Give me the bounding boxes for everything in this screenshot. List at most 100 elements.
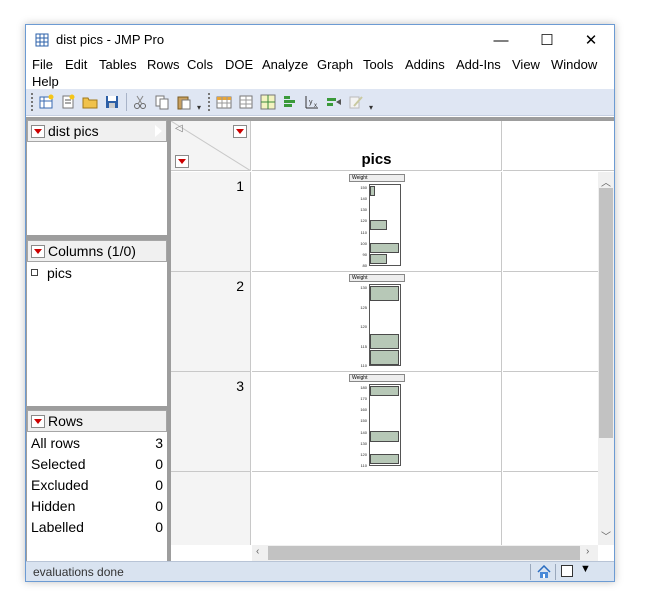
grid-corner[interactable]: ◁ (171, 121, 251, 171)
table-name-header[interactable]: dist pics (27, 120, 167, 142)
thumbnail-tick-label: 180 (360, 385, 367, 390)
columns-header[interactable]: Columns (1/0) (27, 240, 167, 262)
thumbnail-bar (370, 285, 399, 301)
columns-title: Columns (1/0) (48, 243, 136, 259)
thumbnail-bar (370, 349, 399, 365)
menu-window[interactable]: Window (551, 57, 597, 72)
thumbnail-tick-label: 120 (360, 218, 367, 224)
horizontal-scroll-thumb[interactable] (268, 546, 580, 560)
menu-view[interactable]: View (512, 57, 540, 72)
thumbnail-plot-frame (369, 284, 401, 366)
columns-red-triangle-icon[interactable] (233, 125, 247, 138)
thumbnail-bar (370, 431, 399, 442)
column-header-pics[interactable]: pics (252, 121, 502, 171)
horizontal-scrollbar[interactable]: ‹ › (252, 545, 598, 561)
menu-cols[interactable]: Cols (187, 57, 213, 72)
picture-cell[interactable]: Weight 180 170 160 150 140 130 120 110 (252, 372, 502, 472)
rows-red-triangle-icon[interactable] (175, 155, 189, 168)
edit-icon[interactable] (348, 94, 364, 110)
red-triangle-menu-icon[interactable] (31, 244, 45, 258)
toolbar-more-icon[interactable]: ▾ (197, 103, 201, 112)
open-icon[interactable] (82, 94, 98, 110)
picture-cell[interactable]: Weight 130 125 120 115 110 (252, 272, 502, 372)
thumbnail-bar (370, 254, 387, 265)
vertical-scroll-thumb[interactable] (599, 188, 613, 438)
table-name: dist pics (48, 123, 99, 139)
row-number[interactable]: 1 (171, 172, 251, 272)
thumbnail-tick-label: 120 (360, 451, 367, 457)
minimize-button[interactable]: — (478, 25, 524, 55)
rows-stat-value: 3 (155, 434, 163, 451)
thumbnail-tick-label: 80 (362, 263, 367, 268)
rows-stat-label: Labelled (31, 518, 84, 535)
scroll-down-icon[interactable]: ﹀ (601, 528, 611, 543)
window-list-icon[interactable] (561, 565, 573, 577)
distribution-icon[interactable] (282, 94, 298, 110)
collapse-panel-icon[interactable] (154, 124, 162, 138)
distribution-thumbnail: Weight 150 140 130 120 110 100 90 80 (349, 174, 407, 268)
scroll-right-icon[interactable]: › (586, 546, 589, 557)
close-button[interactable]: ✕ (568, 25, 614, 55)
rows-stat-selected: Selected 0 (27, 453, 167, 474)
thumbnail-tick-label: 140 (360, 429, 367, 435)
table-name-panel: dist pics (27, 120, 167, 235)
rows-stat-label: All rows (31, 434, 81, 451)
row-number[interactable]: 3 (171, 372, 251, 472)
window-list-dropdown-icon[interactable]: ▼ (580, 563, 591, 575)
thumbnail-tick-label: 130 (360, 440, 367, 446)
thumbnail-title: Weight (349, 374, 405, 382)
graph-builder-icon[interactable] (260, 94, 276, 110)
toolbar-separator (126, 93, 127, 111)
cut-icon[interactable] (132, 94, 148, 110)
toolbar-more-icon[interactable]: ▾ (369, 103, 373, 112)
menu-edit[interactable]: Edit (65, 57, 87, 72)
new-script-icon[interactable] (60, 94, 76, 110)
menu-rows[interactable]: Rows (147, 57, 180, 72)
columns-panel: Columns (1/0) pics (27, 240, 167, 406)
window-title: dist pics - JMP Pro (56, 32, 165, 47)
menu-addins[interactable]: Addins (405, 57, 445, 72)
red-triangle-menu-icon[interactable] (31, 414, 45, 428)
data-table-icon[interactable] (216, 94, 232, 110)
fit-y-by-x-icon[interactable]: yx (304, 94, 320, 110)
paste-icon[interactable] (176, 94, 192, 110)
fit-model-icon[interactable] (326, 94, 342, 110)
toolbar-grip[interactable] (31, 93, 34, 111)
thumbnail-tick-label: 110 (360, 229, 367, 235)
red-triangle-menu-icon[interactable] (31, 124, 45, 138)
status-bar: evaluations done ▼ (26, 561, 614, 581)
menu-tools[interactable]: Tools (363, 57, 393, 72)
status-separator (555, 564, 556, 580)
new-data-table-icon[interactable] (38, 94, 54, 110)
rows-stat-value: 0 (155, 476, 163, 493)
save-icon[interactable] (104, 94, 120, 110)
menu-tables[interactable]: Tables (99, 57, 137, 72)
toolbar-grip[interactable] (208, 93, 211, 111)
menu-add-ins[interactable]: Add-Ins (456, 57, 501, 72)
copy-icon[interactable] (154, 94, 170, 110)
menu-analyze[interactable]: Analyze (262, 57, 308, 72)
thumbnail-bar (370, 385, 399, 396)
picture-cell[interactable]: Weight 150 140 130 120 110 100 90 80 (252, 172, 502, 272)
menu-help[interactable]: Help (32, 74, 59, 89)
menu-doe[interactable]: DOE (225, 57, 253, 72)
thumbnail-tick-label: 160 (360, 407, 367, 413)
rows-stat-label: Selected (31, 455, 86, 472)
scroll-left-icon[interactable]: ‹ (256, 546, 259, 557)
row-number[interactable]: 2 (171, 272, 251, 372)
rows-header[interactable]: Rows (27, 410, 167, 432)
menu-file[interactable]: File (32, 57, 53, 72)
maximize-button[interactable]: ☐ (524, 25, 570, 55)
jmp-table-icon (35, 33, 49, 47)
rows-stat-value: 0 (155, 455, 163, 472)
home-icon[interactable] (537, 565, 551, 579)
rows-panel: Rows All rows 3 Selected 0 Excluded 0 Hidde… (27, 410, 167, 561)
status-separator (530, 564, 531, 580)
column-item[interactable]: pics (27, 262, 167, 283)
vertical-scrollbar[interactable]: ︿ ﹀ (598, 172, 614, 545)
column-info-icon[interactable] (238, 94, 254, 110)
thumbnail-tick-label: 125 (360, 304, 367, 310)
scroll-up-icon[interactable]: ︿ (601, 174, 611, 189)
collapse-left-icon[interactable]: ◁ (175, 123, 183, 134)
menu-graph[interactable]: Graph (317, 57, 353, 72)
